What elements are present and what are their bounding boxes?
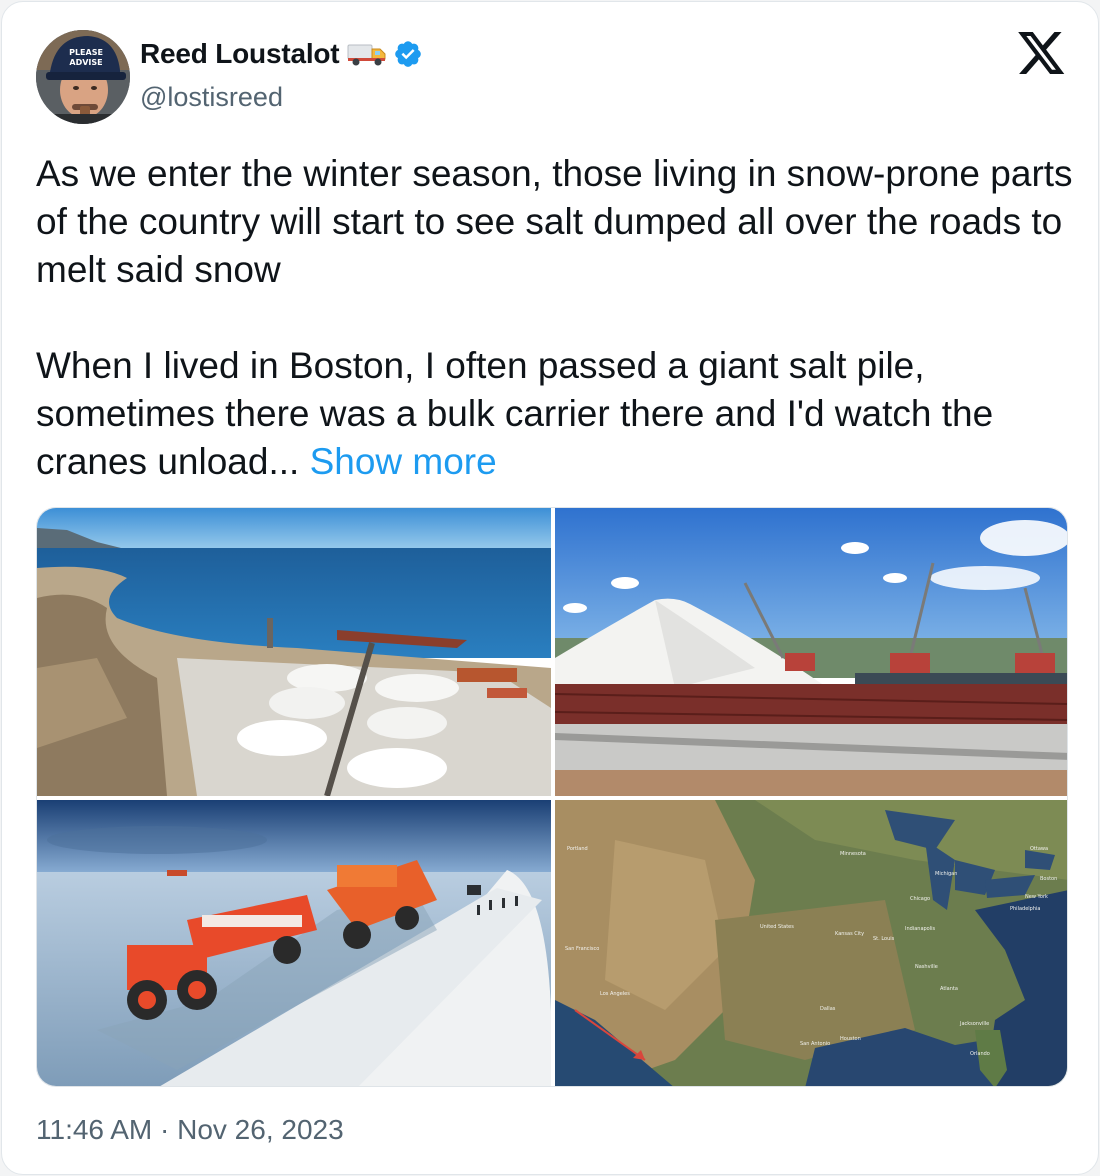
svg-text:Michigan: Michigan xyxy=(935,871,957,877)
svg-text:San Antonio: San Antonio xyxy=(800,1041,830,1047)
svg-text:Ottawa: Ottawa xyxy=(1030,846,1048,852)
verified-badge-icon[interactable] xyxy=(393,39,423,69)
svg-text:Kansas City: Kansas City xyxy=(835,931,864,937)
x-logo-icon[interactable] xyxy=(1018,32,1066,76)
delivery-truck-emoji-icon xyxy=(347,41,387,67)
tweet-timestamp[interactable]: 11:46 AM · Nov 26, 2023 xyxy=(36,1114,344,1146)
svg-text:PLEASE: PLEASE xyxy=(69,48,103,57)
svg-text:ADVISE: ADVISE xyxy=(69,58,102,67)
svg-text:Minnesota: Minnesota xyxy=(840,851,866,857)
avatar[interactable]: PLEASE ADVISE xyxy=(36,30,130,124)
svg-text:Atlanta: Atlanta xyxy=(940,986,958,992)
svg-text:Los Angeles: Los Angeles xyxy=(600,991,630,997)
us-satellite-map-photo[interactable]: United States Kansas City St. Louis Minn… xyxy=(555,800,1067,1086)
svg-text:San Francisco: San Francisco xyxy=(565,946,599,952)
svg-text:St. Louis: St. Louis xyxy=(873,936,895,942)
salt-port-aerial-photo[interactable] xyxy=(37,508,551,796)
svg-text:Chicago: Chicago xyxy=(910,896,930,902)
svg-text:United States: United States xyxy=(760,924,794,930)
tweet-card: PLEASE ADVISE Reed Loustalot @lostisreed… xyxy=(1,1,1099,1175)
author-handle[interactable]: @lostisreed xyxy=(140,82,283,113)
media-grid: United States Kansas City St. Louis Minn… xyxy=(36,507,1068,1087)
tweet-paragraph-2: When I lived in Boston, I often passed a… xyxy=(36,345,1004,482)
author-display-name[interactable]: Reed Loustalot xyxy=(140,38,340,70)
svg-text:Dallas: Dallas xyxy=(820,1006,836,1012)
tweet-text: As we enter the winter season, those liv… xyxy=(36,150,1076,486)
salt-haul-trucks-photo[interactable] xyxy=(37,800,551,1086)
boston-salt-pile-photo[interactable] xyxy=(555,508,1067,796)
svg-text:Orlando: Orlando xyxy=(970,1051,990,1057)
svg-text:Jacksonville: Jacksonville xyxy=(959,1021,989,1027)
svg-text:Philadelphia: Philadelphia xyxy=(1010,906,1040,912)
svg-text:Boston: Boston xyxy=(1040,876,1057,882)
svg-text:Nashville: Nashville xyxy=(915,964,938,970)
show-more-link[interactable]: Show more xyxy=(310,441,497,482)
svg-text:New York: New York xyxy=(1025,894,1048,900)
svg-text:Houston: Houston xyxy=(840,1036,861,1042)
svg-text:Indianapolis: Indianapolis xyxy=(905,926,936,932)
tweet-paragraph-1: As we enter the winter season, those liv… xyxy=(36,153,1083,290)
svg-text:Portland: Portland xyxy=(567,846,588,852)
author-name-row[interactable]: Reed Loustalot xyxy=(140,36,423,72)
